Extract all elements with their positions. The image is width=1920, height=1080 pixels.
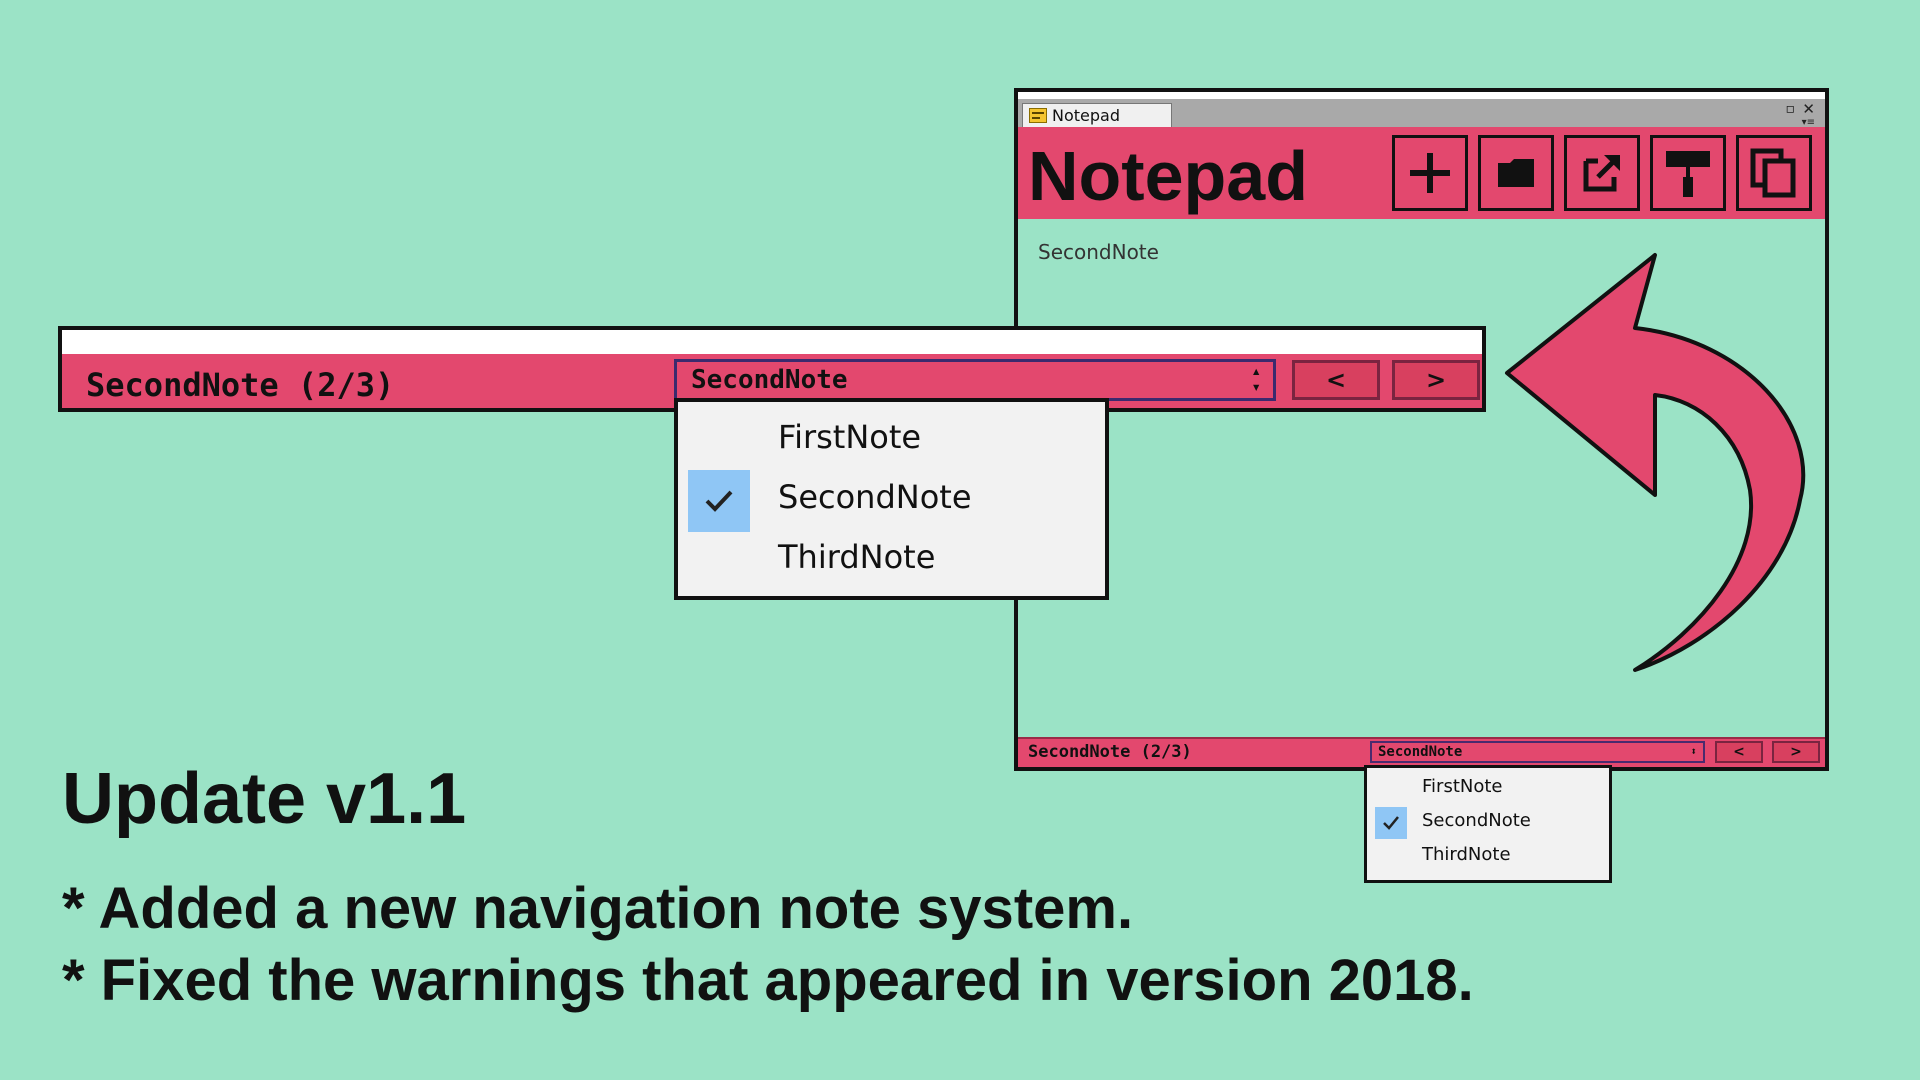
prev-note-button[interactable]: < <box>1715 741 1763 763</box>
zoom-note-counter-label: SecondNote (2/3) <box>86 366 395 404</box>
plus-icon <box>1410 153 1450 193</box>
zoom-note-dropdown-menu: FirstNote SecondNote ThirdNote <box>674 398 1109 600</box>
copy-icon <box>1750 148 1796 198</box>
notepad-icon <box>1029 108 1047 123</box>
tab-bar: Notepad ▫ ✕ ▾≡ <box>1018 99 1825 128</box>
note-counter-label: SecondNote (2/3) <box>1028 742 1192 762</box>
page-title: Notepad <box>1028 137 1308 215</box>
next-note-button[interactable]: > <box>1772 741 1820 763</box>
select-arrows-icon: ⬍ <box>1690 745 1697 758</box>
tab-label: Notepad <box>1052 105 1120 125</box>
note-select-value: SecondNote <box>1378 744 1463 760</box>
zoom-top-strip <box>62 330 1482 354</box>
copy-button[interactable] <box>1736 135 1812 211</box>
check-icon <box>1375 807 1407 839</box>
note-select[interactable]: SecondNote ⬍ <box>1370 741 1705 763</box>
current-note-name: SecondNote <box>1038 240 1159 264</box>
menu-item-thirdnote[interactable]: ThirdNote <box>1422 844 1511 865</box>
tab-notepad[interactable]: Notepad <box>1022 103 1172 127</box>
zoom-prev-note-button[interactable]: < <box>1292 360 1380 400</box>
note-dropdown-menu: FirstNote SecondNote ThirdNote <box>1364 765 1612 883</box>
window-top-strip <box>1018 92 1825 99</box>
note-navigation-bar: SecondNote (2/3) SecondNote ⬍ < > <box>1018 737 1825 767</box>
notepad-header: Notepad <box>1018 127 1825 219</box>
export-icon <box>1583 155 1620 192</box>
zoom-select-arrows-icon: ▴ ▾ <box>1251 361 1261 396</box>
zoom-note-select[interactable]: SecondNote ▴ ▾ <box>674 359 1276 401</box>
folder-icon <box>1498 159 1534 187</box>
update-note-2: * Fixed the warnings that appeared in ve… <box>62 948 1474 1013</box>
zoom-note-select-value: SecondNote <box>691 365 848 395</box>
zoom-next-note-button[interactable]: > <box>1392 360 1480 400</box>
menu-item-firstnote[interactable]: FirstNote <box>1422 776 1503 797</box>
curved-arrow-icon <box>1505 253 1806 672</box>
zoom-menu-item-firstnote[interactable]: FirstNote <box>778 418 921 456</box>
maximize-icon[interactable]: ▫ <box>1786 102 1796 116</box>
menu-item-secondnote[interactable]: SecondNote <box>1422 810 1531 831</box>
zoom-check-icon <box>688 470 750 532</box>
update-note-1: * Added a new navigation note system. <box>62 876 1134 941</box>
close-icon[interactable]: ✕ <box>1802 102 1815 117</box>
theme-button[interactable] <box>1650 135 1726 211</box>
zoom-menu-item-secondnote[interactable]: SecondNote <box>778 478 972 516</box>
new-note-button[interactable] <box>1392 135 1468 211</box>
export-button[interactable] <box>1564 135 1640 211</box>
update-title: Update v1.1 <box>62 759 467 839</box>
open-folder-button[interactable] <box>1478 135 1554 211</box>
paint-roller-icon <box>1666 151 1710 197</box>
zoom-menu-item-thirdnote[interactable]: ThirdNote <box>778 538 935 576</box>
